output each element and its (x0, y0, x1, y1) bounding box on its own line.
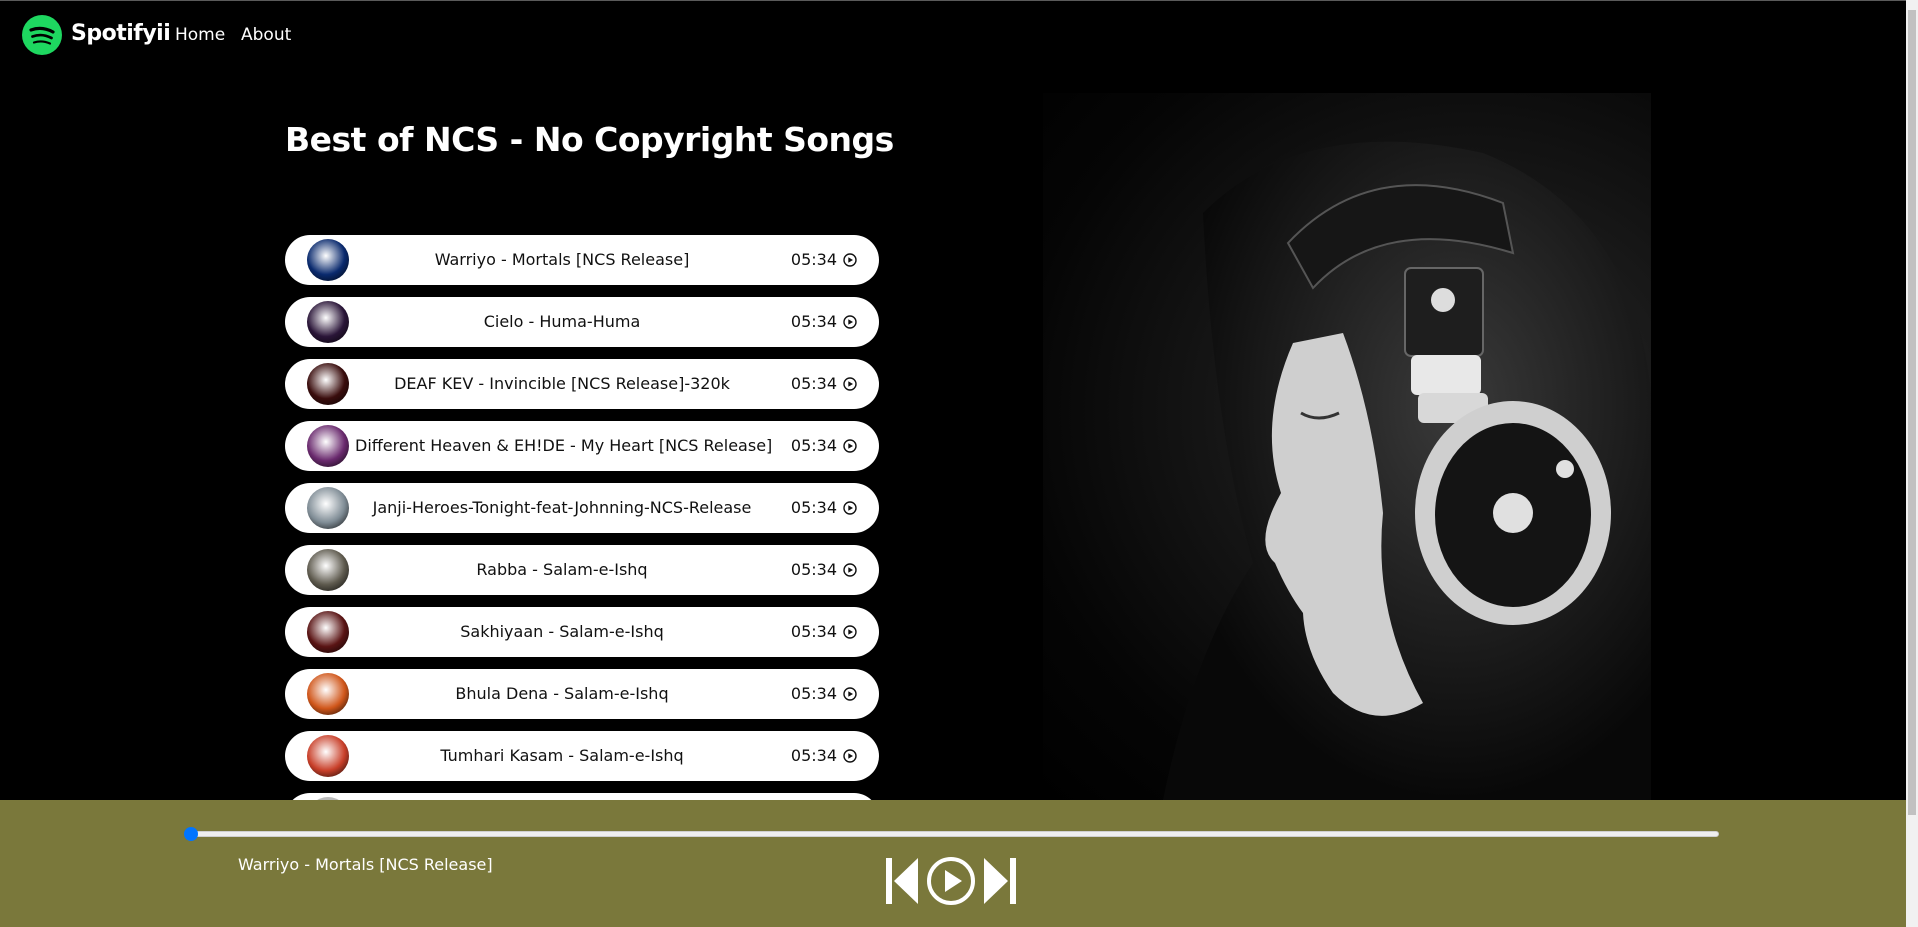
song-name: DEAF KEV - Invincible [NCS Release]-320k (394, 374, 730, 393)
song-duration: 05:34 (790, 312, 837, 331)
album-cover-image (307, 549, 349, 591)
scrollbar-thumb[interactable] (1908, 10, 1916, 815)
song-item[interactable]: Tumhari Kasam - Salam-e-Ishq 05:34 (285, 731, 879, 781)
headphones-photo-illustration (1163, 141, 1651, 800)
song-name: Rabba - Salam-e-Ishq (476, 560, 648, 579)
next-icon[interactable] (984, 858, 1016, 904)
brand-name[interactable]: Spotifyii (71, 21, 171, 46)
song-name: Bhula Dena - Salam-e-Ishq (455, 684, 669, 703)
bottom-player-bar: Warriyo - Mortals [NCS Release] (0, 800, 1906, 927)
play-circle-icon[interactable] (843, 563, 857, 577)
album-cover-image (307, 487, 349, 529)
hero-image (1043, 93, 1651, 800)
play-circle-icon[interactable] (926, 856, 976, 906)
song-item[interactable]: Cielo - Huma-Huma 05:34 (285, 297, 879, 347)
album-cover-image (307, 301, 349, 343)
album-cover-image (307, 611, 349, 653)
song-duration: 05:34 (790, 250, 837, 269)
album-cover-image (307, 363, 349, 405)
song-item[interactable]: DEAF KEV - Invincible [NCS Release]-320k… (285, 359, 879, 409)
album-cover-image (307, 735, 349, 777)
song-duration: 05:34 (790, 436, 837, 455)
song-item[interactable]: Sakhiyaan - Salam-e-Ishq 05:34 (285, 607, 879, 657)
song-list: Warriyo - Mortals [NCS Release] 05:34 Ci… (285, 235, 879, 800)
play-circle-icon[interactable] (843, 687, 857, 701)
previous-icon[interactable] (886, 858, 918, 904)
song-name: Janji-Heroes-Tonight-feat-Johnning-NCS-R… (372, 498, 752, 517)
song-item[interactable]: Janji-Heroes-Tonight-feat-Johnning-NCS-R… (285, 483, 879, 533)
play-circle-icon[interactable] (843, 315, 857, 329)
song-item[interactable]: Warriyo - Mortals [NCS Release] 05:34 (285, 235, 879, 285)
page-title: Best of NCS - No Copyright Songs (285, 120, 894, 159)
song-duration: 05:34 (790, 746, 837, 765)
song-name: Different Heaven & EH!DE - My Heart [NCS… (355, 436, 773, 455)
album-cover-image (307, 239, 349, 281)
play-circle-icon[interactable] (843, 749, 857, 763)
nav-about-link[interactable]: About (241, 25, 291, 45)
album-cover-image (307, 425, 349, 467)
now-playing-title: Warriyo - Mortals [NCS Release] (238, 855, 493, 874)
song-name: Warriyo - Mortals [NCS Release] (434, 250, 690, 269)
navbar: Spotifyii Home About (0, 1, 1906, 67)
play-circle-icon[interactable] (843, 377, 857, 391)
song-item[interactable]: Rabba - Salam-e-Ishq 05:34 (285, 545, 879, 595)
song-name: Sakhiyaan - Salam-e-Ishq (460, 622, 664, 641)
song-name: Cielo - Huma-Huma (483, 312, 641, 331)
spotify-logo-icon[interactable] (22, 15, 62, 55)
album-cover-image (307, 673, 349, 715)
play-circle-icon[interactable] (843, 501, 857, 515)
song-duration: 05:34 (790, 560, 837, 579)
play-circle-icon[interactable] (843, 439, 857, 453)
song-item-partial[interactable] (285, 793, 879, 800)
song-duration: 05:34 (790, 622, 837, 641)
song-name: Tumhari Kasam - Salam-e-Ishq (440, 746, 684, 765)
nav-home-link[interactable]: Home (175, 25, 225, 45)
song-duration: 05:34 (790, 374, 837, 393)
play-circle-icon[interactable] (843, 625, 857, 639)
song-duration: 05:34 (790, 498, 837, 517)
progress-bar[interactable] (191, 831, 1719, 837)
song-item[interactable]: Bhula Dena - Salam-e-Ishq 05:34 (285, 669, 879, 719)
play-circle-icon[interactable] (843, 253, 857, 267)
song-item[interactable]: Different Heaven & EH!DE - My Heart [NCS… (285, 421, 879, 471)
song-duration: 05:34 (790, 684, 837, 703)
page-scrollbar[interactable] (1906, 0, 1918, 927)
progress-bar-thumb[interactable] (184, 827, 198, 841)
